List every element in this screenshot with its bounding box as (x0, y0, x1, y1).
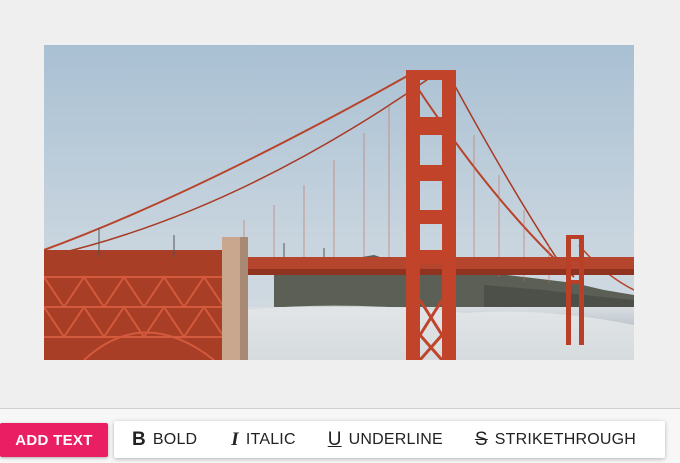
strikethrough-icon: S (474, 429, 488, 450)
underline-label: UNDERLINE (348, 430, 443, 448)
bold-label: BOLD (152, 430, 198, 448)
bold-button[interactable]: B BOLD (132, 421, 197, 458)
canvas-area (0, 0, 680, 408)
strikethrough-label: STRIKETHROUGH (494, 430, 637, 448)
italic-icon: I (231, 429, 239, 450)
bridge-photo[interactable] (44, 45, 634, 360)
add-text-button[interactable]: ADD TEXT (0, 423, 108, 457)
bold-icon: B (132, 429, 146, 450)
underline-icon: U (327, 429, 342, 450)
italic-label: ITALIC (245, 430, 296, 448)
bottom-bar: ADD TEXT B BOLD I ITALIC U UNDERLINE S S… (0, 409, 680, 463)
format-toolbar: B BOLD I ITALIC U UNDERLINE S STRIKETHRO… (114, 421, 665, 458)
strikethrough-button[interactable]: S STRIKETHROUGH (475, 421, 636, 458)
underline-button[interactable]: U UNDERLINE (328, 421, 443, 458)
italic-button[interactable]: I ITALIC (231, 421, 295, 458)
